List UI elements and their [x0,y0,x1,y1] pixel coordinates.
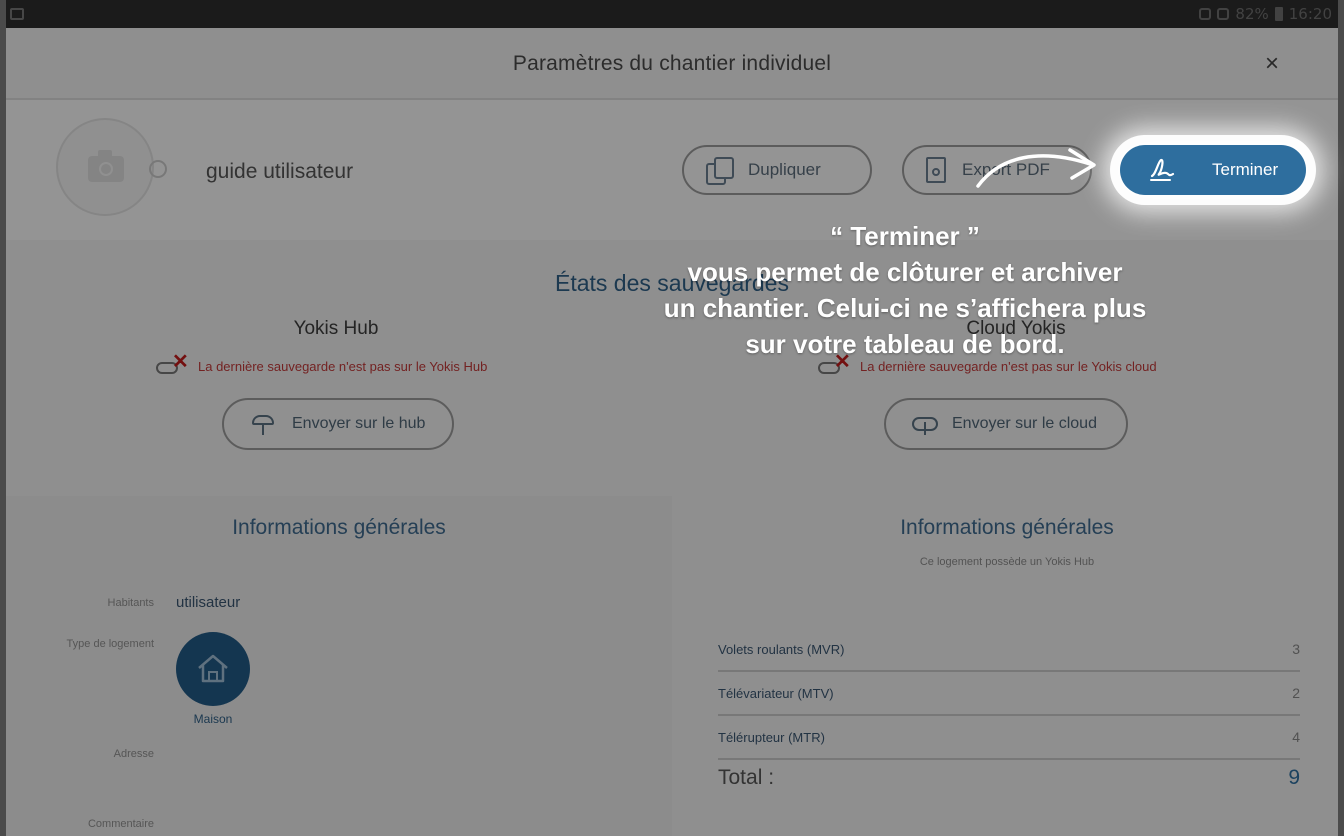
callout-line: “ Terminer ” [830,221,980,251]
page-title: Paramètres du chantier individuel [512,52,832,75]
callout-line: vous permet de clôturer et archiver [687,257,1123,287]
hub-not-synced-icon: ✕ [156,352,190,376]
list-item: Télérupteur (MTR) 4 [718,716,1300,760]
duplicate-label: Dupliquer [748,160,821,179]
address-label: Adresse [113,748,154,760]
general-info-title: Informations générales [232,516,446,539]
copy-icon [706,157,734,185]
cloud-upload-icon [912,413,938,435]
housing-type-label: Type de logement [66,638,154,650]
hub-note: Ce logement possède un Yokis Hub [919,556,1095,568]
equipment-info-panel: Informations générales Ce logement possè… [676,496,1338,836]
signature-icon [1148,156,1176,184]
inhabitants-label: Habitants [107,597,154,609]
equipment-count: 2 [1292,685,1300,701]
hub-warning-text: La dernière sauvegarde n'est pas sur le … [198,358,488,374]
send-to-hub-label: Envoyer sur le hub [292,415,426,432]
battery-percent: 82% [1235,5,1269,23]
equipment-label: Télérupteur (MTR) [718,729,825,745]
duplicate-button[interactable]: Dupliquer [682,145,872,195]
send-to-cloud-label: Envoyer sur le cloud [952,415,1097,432]
finish-button[interactable]: Terminer [1120,145,1306,195]
hub-warning: ✕ La dernière sauvegarde n'est pas sur l… [156,352,488,376]
equipment-info-title: Informations générales [900,516,1114,539]
inhabitants-value[interactable]: utilisateur [176,594,240,611]
project-name[interactable]: guide utilisateur [206,160,353,184]
wifi-icon [1217,8,1230,20]
camera-icon [88,150,124,182]
pdf-icon [926,157,946,183]
equipment-label: Volets roulants (MVR) [718,641,845,657]
callout-line: sur votre tableau de bord. [745,329,1065,359]
clock: 16:20 [1288,5,1332,23]
list-item: Volets roulants (MVR) 3 [718,628,1300,672]
battery-icon [1274,7,1283,21]
equipment-count: 3 [1292,641,1300,657]
comment-label: Commentaire [87,818,154,830]
close-button[interactable]: × [1258,50,1286,78]
pointer-arrow-icon [976,148,1096,188]
equipment-count: 4 [1292,729,1300,745]
send-to-hub-button[interactable]: Envoyer sur le hub [222,398,454,450]
callout-line: un chantier. Celui-ci ne s’affichera plu… [663,293,1147,323]
send-to-cloud-button[interactable]: Envoyer sur le cloud [884,398,1128,450]
notification-icon [10,8,24,20]
equipment-total: Total : 9 [718,766,1300,790]
equipment-label: Télévariateur (MTV) [718,685,834,701]
general-info-panel: Informations générales Habitants utilisa… [6,496,672,836]
edit-icon[interactable] [149,160,167,178]
dialog-header: Paramètres du chantier individuel × [6,28,1338,100]
status-bar-right: 82% 16:20 [1199,5,1332,23]
house-icon [198,654,228,683]
list-item: Télévariateur (MTV) 2 [718,672,1300,716]
total-value: 9 [1288,766,1300,789]
close-icon: × [1264,50,1279,77]
finish-label: Terminer [1212,160,1279,179]
housing-type-option[interactable] [176,632,250,706]
project-photo[interactable] [56,118,154,216]
total-label: Total : [718,766,775,789]
tutorial-callout: “ Terminer ” vous permet de clôturer et … [560,218,1250,362]
housing-type-value: Maison [193,712,233,726]
hub-icon [250,413,278,435]
status-bar: 82% 16:20 [6,0,1338,28]
equipment-list: Volets roulants (MVR) 3 Télévariateur (M… [718,628,1300,760]
app-window: 82% 16:20 Paramètres du chantier individ… [6,0,1338,836]
hub-title: Yokis Hub [293,318,379,339]
alarm-icon [1199,8,1212,20]
